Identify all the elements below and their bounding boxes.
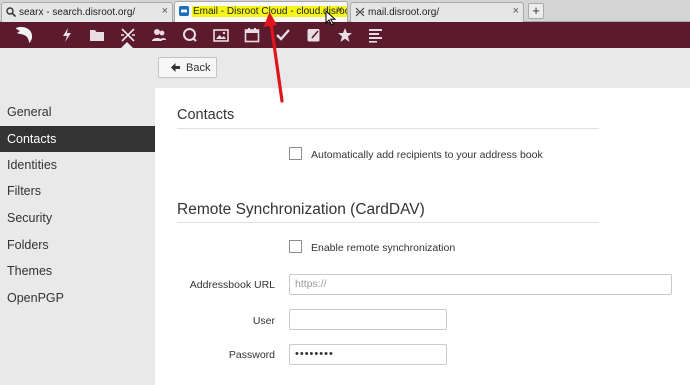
arrow-left-icon [171,63,180,72]
gallery-icon[interactable] [213,27,229,43]
enable-remote-sync-label: Enable remote synchronization [311,242,456,254]
sidebar-item-themes[interactable]: Themes [0,258,155,284]
user-input[interactable] [289,309,447,330]
back-button[interactable]: Back [158,57,217,78]
annotation-arrow-icon [263,12,284,103]
password-label: Password [228,349,275,361]
cloud-icon [179,6,189,16]
tab-searx[interactable]: searx - search.disroot.org/ × [1,2,173,22]
section-divider [177,128,599,129]
disroot-logo[interactable] [14,25,36,45]
auto-add-recipients-label: Automatically add recipients to your add… [311,149,543,161]
mouse-cursor-icon [325,10,336,26]
app-navigation-bar [0,22,690,48]
folder-icon[interactable] [89,27,105,43]
mail-icon [355,7,365,17]
sidebar-item-identities[interactable]: Identities [0,152,155,178]
sidebar-item-contacts[interactable]: Contacts [0,126,155,152]
contacts-section-heading: Contacts [177,107,235,123]
new-tab-button[interactable]: + [528,3,544,19]
activity-icon[interactable] [59,27,75,43]
auto-add-recipients-checkbox[interactable] [289,147,302,160]
tab-mail-disroot[interactable]: mail.disroot.org/ × [350,2,524,22]
sidebar-item-general[interactable]: General [0,99,155,125]
tab-close-button[interactable]: × [337,4,343,16]
settings-panel [155,88,690,385]
back-button-label: Back [186,62,211,74]
search-icon[interactable] [182,27,198,43]
mail-icon[interactable] [120,27,136,43]
news-icon[interactable] [368,27,384,43]
user-label: User [252,315,275,327]
sidebar-item-filters[interactable]: Filters [0,178,155,204]
tab-title: mail.disroot.org/ [368,7,440,18]
sidebar-item-openpgp[interactable]: OpenPGP [0,285,155,311]
tab-close-button[interactable]: × [162,5,168,17]
browser-tab-strip: searx - search.disroot.org/ × Email - Di… [0,0,690,22]
notes-icon[interactable] [306,27,322,43]
sidebar-item-folders[interactable]: Folders [0,232,155,258]
addressbook-url-input[interactable]: https:// [289,274,672,295]
bookmarks-icon[interactable] [337,27,353,43]
password-input[interactable]: •••••••• [289,344,447,365]
tab-title: searx - search.disroot.org/ [19,7,136,18]
section-divider [177,222,599,223]
enable-remote-sync-checkbox[interactable] [289,240,302,253]
active-app-caret [121,42,133,48]
contacts-icon[interactable] [151,27,167,43]
sidebar-item-security[interactable]: Security [0,205,155,231]
addressbook-url-label: Addressbook URL [189,279,275,291]
tab-close-button[interactable]: × [513,5,519,17]
magnifier-icon [6,7,16,17]
sync-section-heading: Remote Synchronization (CardDAV) [177,201,425,218]
